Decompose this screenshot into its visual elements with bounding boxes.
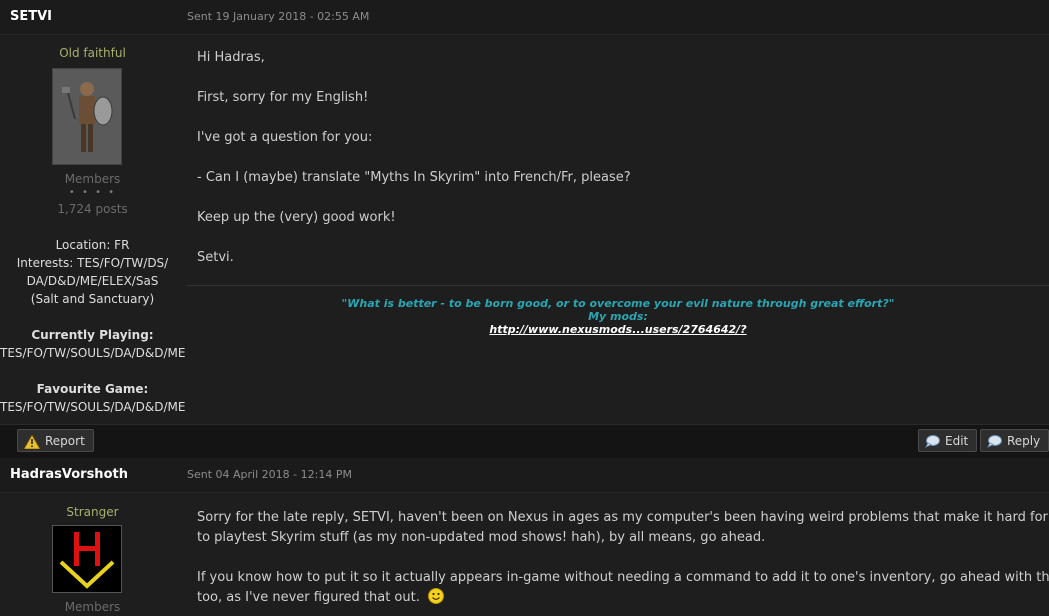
member-group: Members [64,172,121,186]
speech-bubble-icon [987,435,1002,448]
currently-playing-value: TES/FO/TW/SOULS/DA/D&D/ME [0,346,186,360]
author-stats: Members • • • • 1,724 posts [0,172,185,216]
rank-pips: • • • • [68,187,117,198]
smiley-icon [428,588,444,604]
author-profile-fields: Location: FR Interests: TES/FO/TW/DS/ DA… [0,236,185,308]
report-label: Report [45,434,85,448]
avatar[interactable] [52,525,122,593]
warrior-avatar-icon [53,69,121,164]
author-sidebar: Old faithful [0,46,185,60]
post-date: Sent 04 April 2018 - 12:14 PM [187,468,352,481]
member-rank: Stranger [66,505,119,519]
letter-h-logo-icon [53,526,121,592]
body-line: - Can I (maybe) translate "Myths In Skyr… [197,170,631,185]
interests-line-2: DA/D&D/ME/ELEX/SaS [26,274,159,288]
body-line: I've got a question for you: [197,130,373,145]
signature-link[interactable]: http://www.nexusmods...users/2764642/? [489,323,746,336]
edit-label: Edit [945,434,969,448]
post-date: Sent 19 January 2018 - 02:55 AM [187,10,370,23]
avatar[interactable] [52,68,122,165]
body-line: First, sorry for my English! [197,90,369,105]
post-count[interactable]: 1,724 posts [0,202,185,216]
body-line: Hi Hadras, [197,50,265,65]
report-button[interactable]: Report [17,429,94,452]
interests-line-3: (Salt and Sanctuary) [30,292,155,306]
speech-bubble-icon [925,435,940,448]
author-name[interactable]: HadrasVorshoth [10,467,128,482]
location-field: Location: FR [55,238,130,252]
signature: "What is better - to be born good, or to… [187,297,1049,336]
member-group: Members [64,600,121,614]
reply-button[interactable]: Reply [980,429,1049,452]
favourite-game-value: TES/FO/TW/SOULS/DA/D&D/ME [0,400,186,414]
interests-line-1: Interests: TES/FO/TW/DS/ [16,256,169,270]
author-name[interactable]: SETVI [10,9,52,24]
message-post: HadrasVorshoth Sent 04 April 2018 - 12:1… [0,458,1049,616]
body-line: Keep up the (very) good work! [197,210,396,225]
body-line: If you know how to put it so it actually… [197,570,1049,585]
author-stats: Members [0,600,185,614]
signature-quote: "What is better - to be born good, or to… [341,297,895,310]
body-line: too, as I've never figured that out. [197,590,420,605]
body-line-with-emoji: too, as I've never figured that out. [197,588,444,608]
post-actions-bar: Report Edit Reply [0,424,1049,459]
member-rank: Old faithful [59,46,126,60]
favourite-game-label: Favourite Game: [36,382,149,396]
message-post: SETVI Sent 19 January 2018 - 02:55 AM Ol… [0,0,1049,424]
body-line: Sorry for the late reply, SETVI, haven't… [197,510,1049,525]
warning-icon [23,433,41,449]
currently-playing-field: Currently Playing: TES/FO/TW/SOULS/DA/D&… [0,326,186,362]
signature-divider [187,285,1049,286]
post-header: SETVI Sent 19 January 2018 - 02:55 AM [0,0,1049,35]
currently-playing-label: Currently Playing: [31,328,154,342]
signature-mods-label: My mods: [588,310,648,323]
body-line: to playtest Skyrim stuff (as my non-upda… [197,530,766,545]
body-line: Setvi. [197,250,234,265]
reply-label: Reply [1007,434,1041,448]
post-header: HadrasVorshoth Sent 04 April 2018 - 12:1… [0,458,1049,493]
favourite-game-field: Favourite Game: TES/FO/TW/SOULS/DA/D&D/M… [0,380,186,416]
edit-button[interactable]: Edit [918,429,978,452]
author-sidebar: Stranger [0,505,185,519]
